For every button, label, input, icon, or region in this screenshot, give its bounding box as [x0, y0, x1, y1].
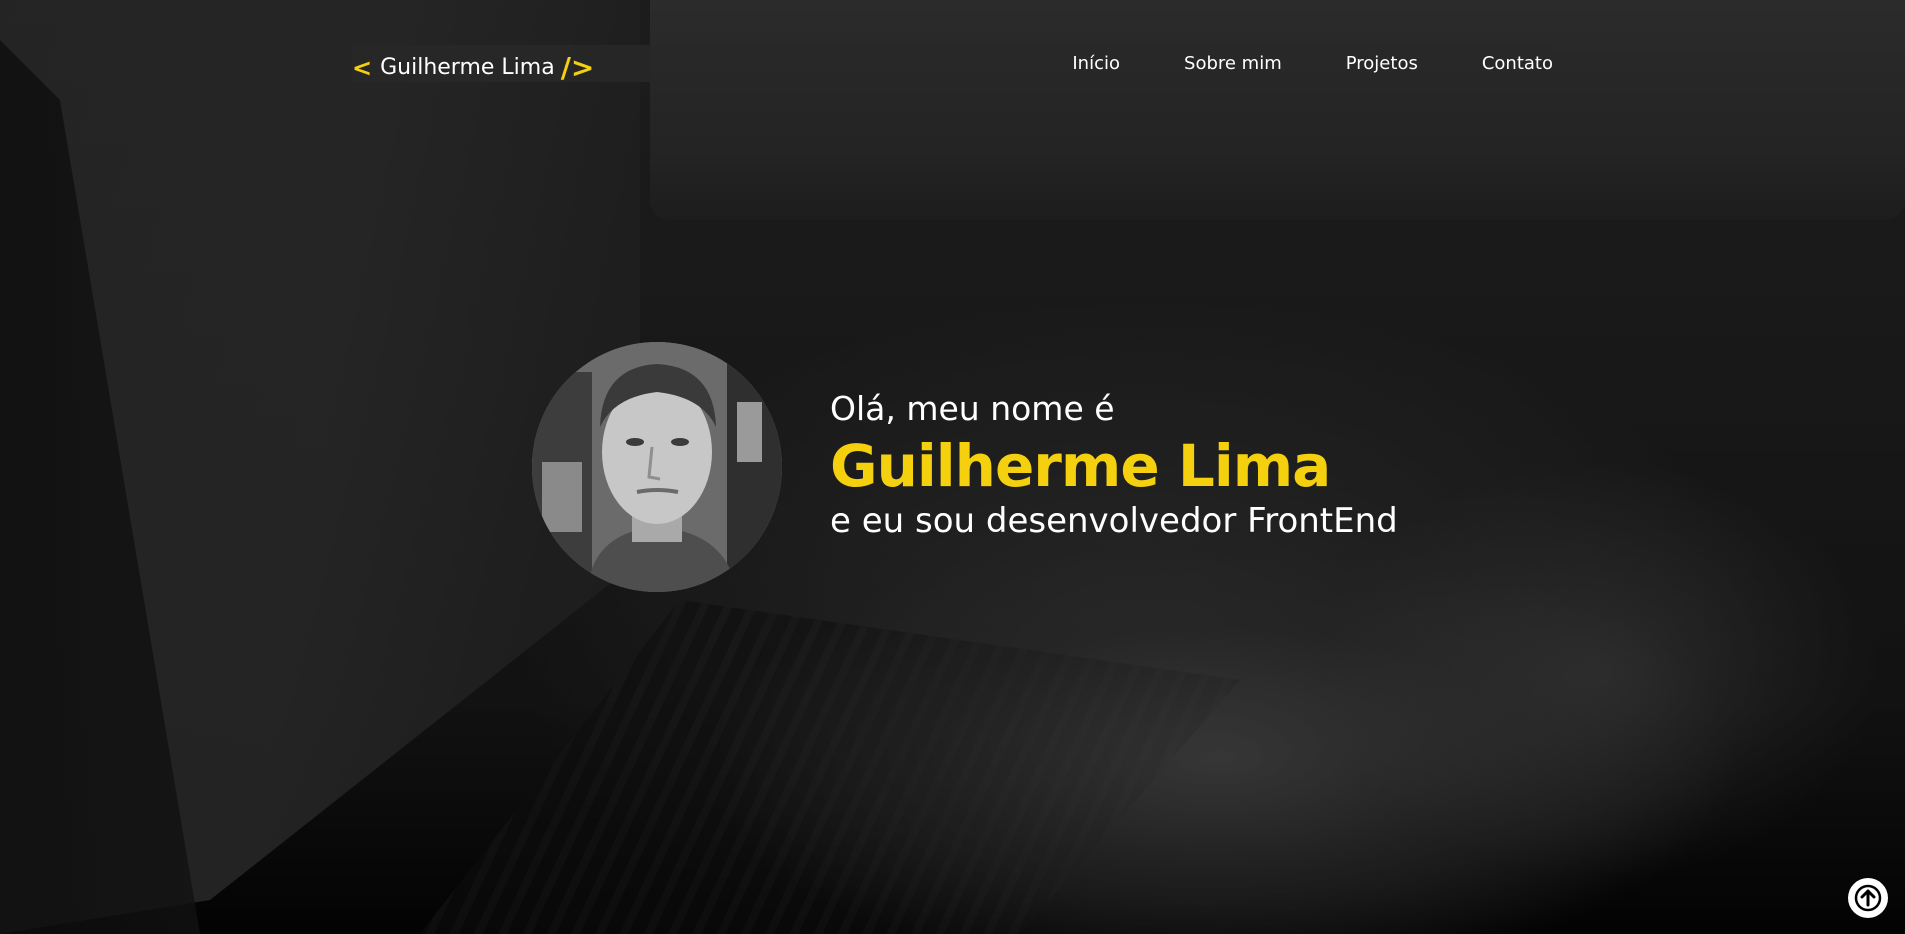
profile-photo-illustration	[532, 342, 782, 592]
hero-text: Olá, meu nome é Guilherme Lima e eu sou …	[830, 385, 1398, 543]
page: < Guilherme Lima /> Início Sobre mim Pro…	[0, 0, 1905, 934]
main-nav: Início Sobre mim Projetos Contato	[1072, 45, 1553, 82]
hero-name: Guilherme Lima	[830, 432, 1331, 500]
logo-name: Guilherme Lima	[380, 55, 555, 80]
logo-right-bracket: />	[560, 51, 595, 84]
arrow-up-icon	[1854, 884, 1882, 912]
nav-link-contato[interactable]: Contato	[1482, 45, 1553, 82]
logo[interactable]: < Guilherme Lima />	[352, 51, 594, 84]
nav-link-inicio[interactable]: Início	[1072, 45, 1120, 82]
background-laptop-bezel	[0, 40, 200, 934]
back-to-top-button[interactable]	[1848, 878, 1888, 918]
nav-link-projetos[interactable]: Projetos	[1346, 45, 1418, 82]
logo-left-bracket: <	[352, 53, 373, 82]
background-monitor	[650, 0, 1905, 220]
hero-greeting: Olá, meu nome é	[830, 389, 1115, 428]
nav-link-sobre-mim[interactable]: Sobre mim	[1184, 45, 1282, 82]
profile-photo	[532, 342, 782, 592]
background-keyboard	[420, 600, 1240, 934]
background-hands	[720, 560, 1905, 934]
hero-role: e eu sou desenvolvedor FrontEnd	[830, 501, 1398, 541]
site-header: < Guilherme Lima /> Início Sobre mim Pro…	[352, 45, 1553, 84]
